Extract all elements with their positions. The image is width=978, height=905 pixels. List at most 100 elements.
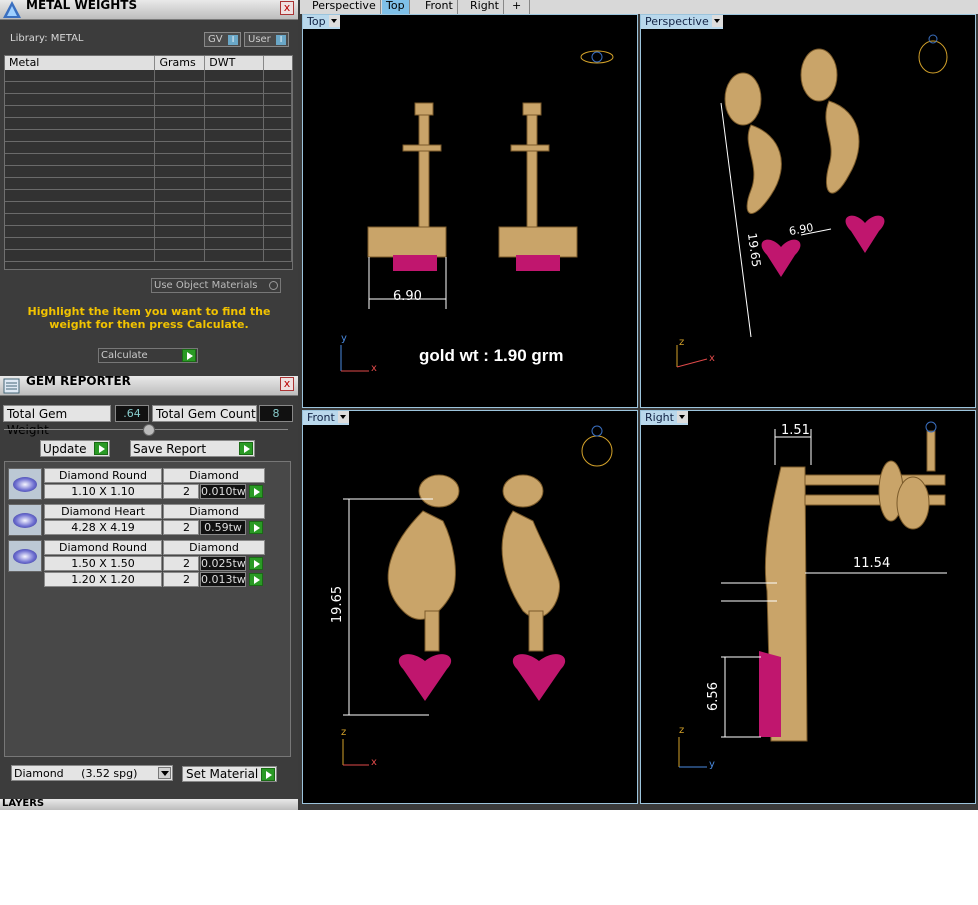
table-cell[interactable] xyxy=(264,238,292,249)
gem-weight[interactable]: 0.59tw xyxy=(200,520,246,535)
table-cell[interactable] xyxy=(205,250,265,261)
table-row[interactable] xyxy=(5,250,292,262)
table-cell[interactable] xyxy=(155,94,206,105)
table-cell[interactable] xyxy=(5,118,156,129)
gem-size[interactable]: 1.10 X 1.10 xyxy=(44,484,162,499)
table-cell[interactable] xyxy=(205,178,265,189)
update-go-icon[interactable] xyxy=(94,442,108,455)
table-cell[interactable] xyxy=(264,82,292,93)
table-cell[interactable] xyxy=(155,238,206,249)
save-report-go-icon[interactable] xyxy=(239,442,253,455)
gem-reporter-close-icon[interactable]: x xyxy=(280,377,294,391)
gem-row-go-icon[interactable] xyxy=(249,521,263,534)
table-cell[interactable] xyxy=(5,178,156,189)
gem-material[interactable]: Diamond xyxy=(163,468,265,483)
table-row[interactable] xyxy=(5,226,292,238)
table-cell[interactable] xyxy=(205,226,265,237)
table-cell[interactable] xyxy=(5,154,156,165)
viewport-top[interactable]: Top 6.90 gold wt : 1.90 grm y x xyxy=(302,14,638,408)
table-cell[interactable] xyxy=(5,202,156,213)
diamond-round-icon[interactable] xyxy=(8,540,42,572)
viewport-perspective[interactable]: Perspective 19.65 6.90 z x xyxy=(640,14,976,408)
user-toggle[interactable]: User I xyxy=(244,32,289,47)
viewport-perspective-label[interactable]: Perspective xyxy=(641,15,723,29)
table-row[interactable] xyxy=(5,154,292,166)
viewport-front-label[interactable]: Front xyxy=(303,411,349,425)
table-cell[interactable] xyxy=(205,94,265,105)
table-cell[interactable] xyxy=(205,118,265,129)
table-cell[interactable] xyxy=(155,202,206,213)
gem-material[interactable]: Diamond xyxy=(163,504,265,519)
table-row[interactable] xyxy=(5,82,292,94)
table-cell[interactable] xyxy=(155,130,206,141)
table-cell[interactable] xyxy=(155,226,206,237)
gem-count[interactable]: 2 xyxy=(163,556,199,571)
table-cell[interactable] xyxy=(5,190,156,201)
gem-name[interactable]: Diamond Heart xyxy=(44,504,162,519)
table-row[interactable] xyxy=(5,94,292,106)
metal-weights-close-icon[interactable]: x xyxy=(280,1,294,15)
chevron-down-icon[interactable] xyxy=(711,15,723,27)
diamond-round-icon[interactable] xyxy=(8,468,42,500)
table-row[interactable] xyxy=(5,238,292,250)
table-cell[interactable] xyxy=(205,142,265,153)
diamond-heart-icon[interactable] xyxy=(8,504,42,536)
gem-weight[interactable]: 0.025tw xyxy=(200,556,246,571)
material-select[interactable]: Diamond (3.52 spg) xyxy=(11,765,173,781)
table-row[interactable] xyxy=(5,70,292,82)
table-cell[interactable] xyxy=(264,214,292,225)
table-cell[interactable] xyxy=(155,166,206,177)
radio-icon[interactable] xyxy=(269,281,278,290)
table-cell[interactable] xyxy=(264,142,292,153)
table-cell[interactable] xyxy=(264,94,292,105)
table-cell[interactable] xyxy=(264,118,292,129)
col-grams[interactable]: Grams xyxy=(155,56,206,70)
table-cell[interactable] xyxy=(155,214,206,225)
gem-count[interactable]: 2 xyxy=(163,572,199,587)
add-tab-icon[interactable]: + xyxy=(508,0,530,14)
gem-count[interactable]: 2 xyxy=(163,484,199,499)
table-cell[interactable] xyxy=(264,166,292,177)
table-cell[interactable] xyxy=(155,82,206,93)
gem-name[interactable]: Diamond Round xyxy=(44,468,162,483)
chevron-down-icon[interactable] xyxy=(328,15,340,27)
col-metal[interactable]: Metal xyxy=(5,56,156,70)
tab-front[interactable]: Front xyxy=(421,0,458,14)
calculate-go-icon[interactable] xyxy=(182,349,196,362)
calculate-button[interactable]: Calculate xyxy=(98,348,198,363)
table-cell[interactable] xyxy=(205,190,265,201)
table-cell[interactable] xyxy=(264,190,292,201)
gem-count[interactable]: 2 xyxy=(163,520,199,535)
table-cell[interactable] xyxy=(205,130,265,141)
table-cell[interactable] xyxy=(264,70,292,81)
table-cell[interactable] xyxy=(155,142,206,153)
gem-row-go-icon[interactable] xyxy=(249,485,263,498)
chevron-down-icon[interactable] xyxy=(676,411,688,423)
table-row[interactable] xyxy=(5,166,292,178)
layers-panel-header[interactable]: LAYERS xyxy=(0,799,298,810)
table-cell[interactable] xyxy=(205,238,265,249)
table-cell[interactable] xyxy=(5,250,156,261)
table-cell[interactable] xyxy=(155,70,206,81)
table-row[interactable] xyxy=(5,106,292,118)
gem-material[interactable]: Diamond xyxy=(163,540,265,555)
viewport-front[interactable]: Front 19.65 z x xyxy=(302,410,638,804)
viewport-right-label[interactable]: Right xyxy=(641,411,688,425)
table-cell[interactable] xyxy=(205,166,265,177)
table-cell[interactable] xyxy=(205,214,265,225)
table-cell[interactable] xyxy=(205,202,265,213)
table-cell[interactable] xyxy=(205,70,265,81)
table-row[interactable] xyxy=(5,130,292,142)
table-cell[interactable] xyxy=(5,142,156,153)
viewport-right[interactable]: Right 1.51 11.54 6.56 z y xyxy=(640,410,976,804)
table-cell[interactable] xyxy=(264,250,292,261)
gem-weight[interactable]: 0.010tw xyxy=(200,484,246,499)
update-button[interactable]: Update xyxy=(40,440,110,457)
tab-perspective[interactable]: Perspective xyxy=(308,0,381,14)
chevron-down-icon[interactable] xyxy=(337,411,349,423)
gv-toggle[interactable]: GV I xyxy=(204,32,241,47)
table-cell[interactable] xyxy=(155,178,206,189)
set-material-button[interactable]: Set Material xyxy=(182,766,277,782)
table-cell[interactable] xyxy=(5,226,156,237)
table-cell[interactable] xyxy=(264,154,292,165)
